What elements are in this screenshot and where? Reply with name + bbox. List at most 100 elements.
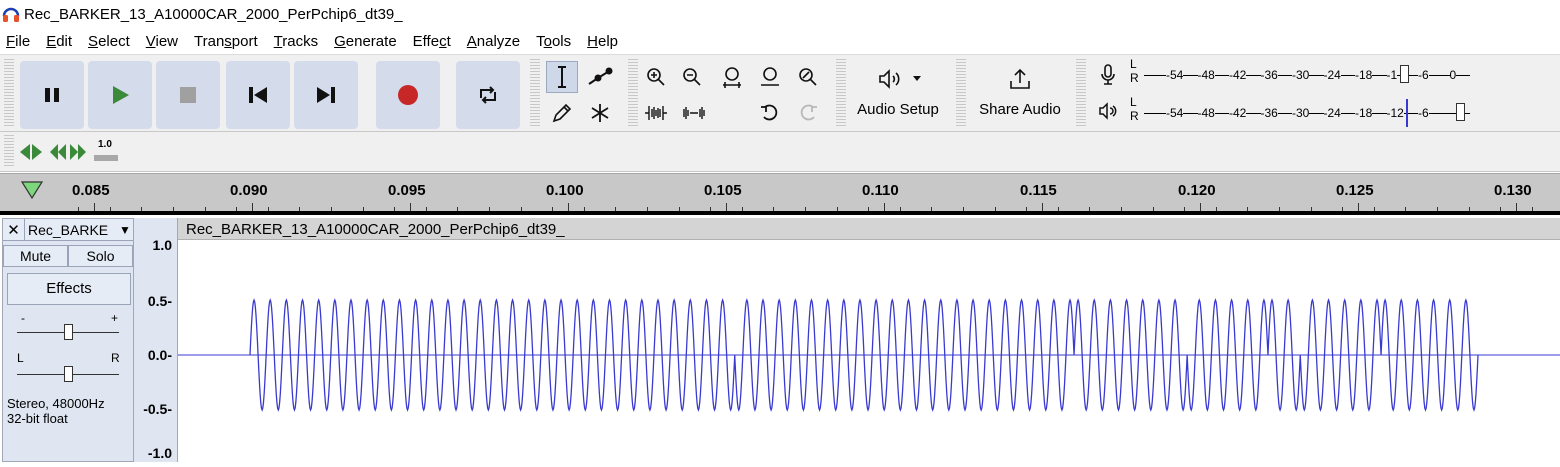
- waveform-area[interactable]: [178, 240, 1560, 462]
- chevron-down-icon[interactable]: ▼: [119, 223, 133, 237]
- meter-tick-label: 0: [1449, 68, 1457, 82]
- timeline-major-tick: [1200, 203, 1201, 211]
- menu-item-text: enerate: [345, 32, 397, 50]
- menu-item[interactable]: Analyze: [467, 33, 520, 50]
- menu-item[interactable]: Transport: [194, 33, 258, 50]
- menu-item-mnemonic: A: [466, 32, 477, 50]
- effects-button[interactable]: Effects: [7, 273, 131, 305]
- toolbar-grip[interactable]: [956, 59, 966, 127]
- record-button[interactable]: [376, 61, 440, 129]
- menu-item[interactable]: Effect: [413, 33, 451, 50]
- draw-tool-button[interactable]: [546, 97, 578, 129]
- menu-item[interactable]: Tools: [536, 33, 571, 50]
- toolbar-grip[interactable]: [530, 59, 540, 127]
- zoom-selection-icon: [723, 67, 741, 88]
- zoom-toggle-button[interactable]: [792, 61, 824, 93]
- play-meter-right-label: R: [1130, 109, 1139, 123]
- pause-button[interactable]: [20, 61, 84, 129]
- playback-speed-track: [94, 155, 118, 161]
- timeline-options-icon[interactable]: [20, 180, 44, 200]
- meter-tick-label: -42: [1229, 68, 1247, 82]
- menu-item[interactable]: View: [146, 33, 178, 50]
- skip-to-start-icon: [249, 87, 267, 103]
- envelope-icon: [588, 67, 613, 85]
- fit-selection-button[interactable]: [716, 61, 748, 93]
- toolbar-grip[interactable]: [628, 59, 638, 127]
- meter-tick-label: -36: [1260, 68, 1278, 82]
- timeline-tick-label: 0.115: [1020, 182, 1057, 199]
- track-bitdepth-text: 32-bit float: [7, 411, 68, 426]
- playback-speed-slider[interactable]: 1.0: [92, 139, 120, 165]
- menu-item[interactable]: Edit: [46, 33, 72, 50]
- play-button[interactable]: [88, 61, 152, 129]
- timeline-tick-label: 0.125: [1336, 182, 1374, 199]
- pan-left-label: L: [17, 351, 24, 365]
- menu-item-mnemonic: T: [273, 32, 283, 50]
- toolbar-grip[interactable]: [4, 135, 14, 167]
- speaker-icon: [1099, 102, 1117, 120]
- toolbar-grip[interactable]: [1076, 59, 1086, 127]
- playback-meter-handle[interactable]: [1456, 103, 1465, 121]
- meter-tick-label: -36: [1260, 106, 1278, 120]
- toolbar-grip[interactable]: [836, 59, 846, 127]
- play-at-speed-once-icon[interactable]: [48, 141, 88, 163]
- share-audio-button[interactable]: Share Audio: [970, 61, 1070, 129]
- envelope-tool-button[interactable]: [584, 61, 616, 93]
- zoom-out-button[interactable]: [676, 61, 708, 93]
- stop-button[interactable]: [156, 61, 220, 129]
- amplitude-label: 0.0-: [147, 347, 172, 363]
- gain-slider-thumb[interactable]: [64, 324, 73, 340]
- record-meter[interactable]: -54 -48 -42 -36 -30 -24 -18 -1 -6 0: [1144, 59, 1470, 89]
- meter-tick-label: -18: [1355, 106, 1373, 120]
- meter-tick-label: -12: [1386, 106, 1404, 120]
- mute-button[interactable]: Mute: [3, 245, 68, 267]
- menu-item[interactable]: Help: [587, 33, 618, 50]
- audio-setup-button[interactable]: Audio Setup: [848, 61, 948, 129]
- track-name-menu[interactable]: Rec_BARKE: [25, 222, 119, 238]
- silence-audio-button[interactable]: [678, 97, 710, 129]
- skip-to-end-button[interactable]: [294, 61, 358, 129]
- loop-icon: [480, 86, 496, 104]
- meter-tick-label: -54: [1166, 68, 1184, 82]
- play-at-speed-icon[interactable]: [18, 141, 44, 163]
- timeline-major-tick: [252, 203, 253, 211]
- multi-tool-button[interactable]: [584, 97, 616, 129]
- record-meter-left-label: L: [1130, 57, 1137, 71]
- menu-item-text: T: [536, 32, 544, 50]
- timeline-ruler[interactable]: 0.085 0.090 0.095 0.100 0.105 0.110 0.115 0.120…: [0, 173, 1560, 211]
- loop-button[interactable]: [456, 61, 520, 129]
- undo-button[interactable]: [754, 97, 786, 129]
- redo-button[interactable]: [792, 97, 824, 129]
- zoom-in-button[interactable]: [640, 61, 672, 93]
- menu-item-text: elect: [98, 32, 130, 50]
- close-track-button[interactable]: ✕: [3, 218, 25, 241]
- amplitude-ruler[interactable]: 1.0 0.5- 0.0- -0.5- -1.0: [134, 218, 178, 462]
- clip-header[interactable]: Rec_BARKER_13_A10000CAR_2000_PerPchip6_d…: [178, 218, 1560, 240]
- waveform[interactable]: [178, 240, 1560, 462]
- menu-item-text: ile: [15, 32, 31, 50]
- menu-item[interactable]: File: [6, 33, 30, 50]
- trim-audio-button[interactable]: [640, 97, 672, 129]
- menu-item-text: port: [231, 32, 258, 50]
- meter-tick-label: -18: [1355, 68, 1373, 82]
- selection-tool-button[interactable]: [546, 61, 578, 93]
- track-format-info: Stereo, 48000Hz 32-bit float: [7, 396, 105, 426]
- menu-item[interactable]: Generate: [334, 33, 397, 50]
- playback-meter[interactable]: -54 -48 -42 -36 -30 -24 -18 -12 -6: [1144, 97, 1470, 127]
- solo-button[interactable]: Solo: [68, 245, 133, 267]
- menu-item[interactable]: Select: [88, 33, 130, 50]
- pan-slider-thumb[interactable]: [64, 366, 73, 382]
- menu-item[interactable]: Tracks: [274, 33, 318, 50]
- fit-project-button[interactable]: [754, 61, 786, 93]
- record-meter-handle[interactable]: [1400, 65, 1409, 83]
- skip-to-start-button[interactable]: [226, 61, 290, 129]
- toolbar-grip[interactable]: [4, 59, 14, 127]
- pause-icon: [45, 88, 59, 102]
- menu-item-mnemonic: E: [46, 32, 57, 50]
- meter-tick-label: -6: [1418, 106, 1429, 120]
- menu-item-text: ols: [551, 32, 572, 50]
- menu-item-mnemonic: H: [587, 32, 598, 50]
- gain-plus-label: +: [111, 311, 119, 325]
- pencil-icon: [552, 103, 572, 123]
- timeline-major-tick: [884, 203, 885, 211]
